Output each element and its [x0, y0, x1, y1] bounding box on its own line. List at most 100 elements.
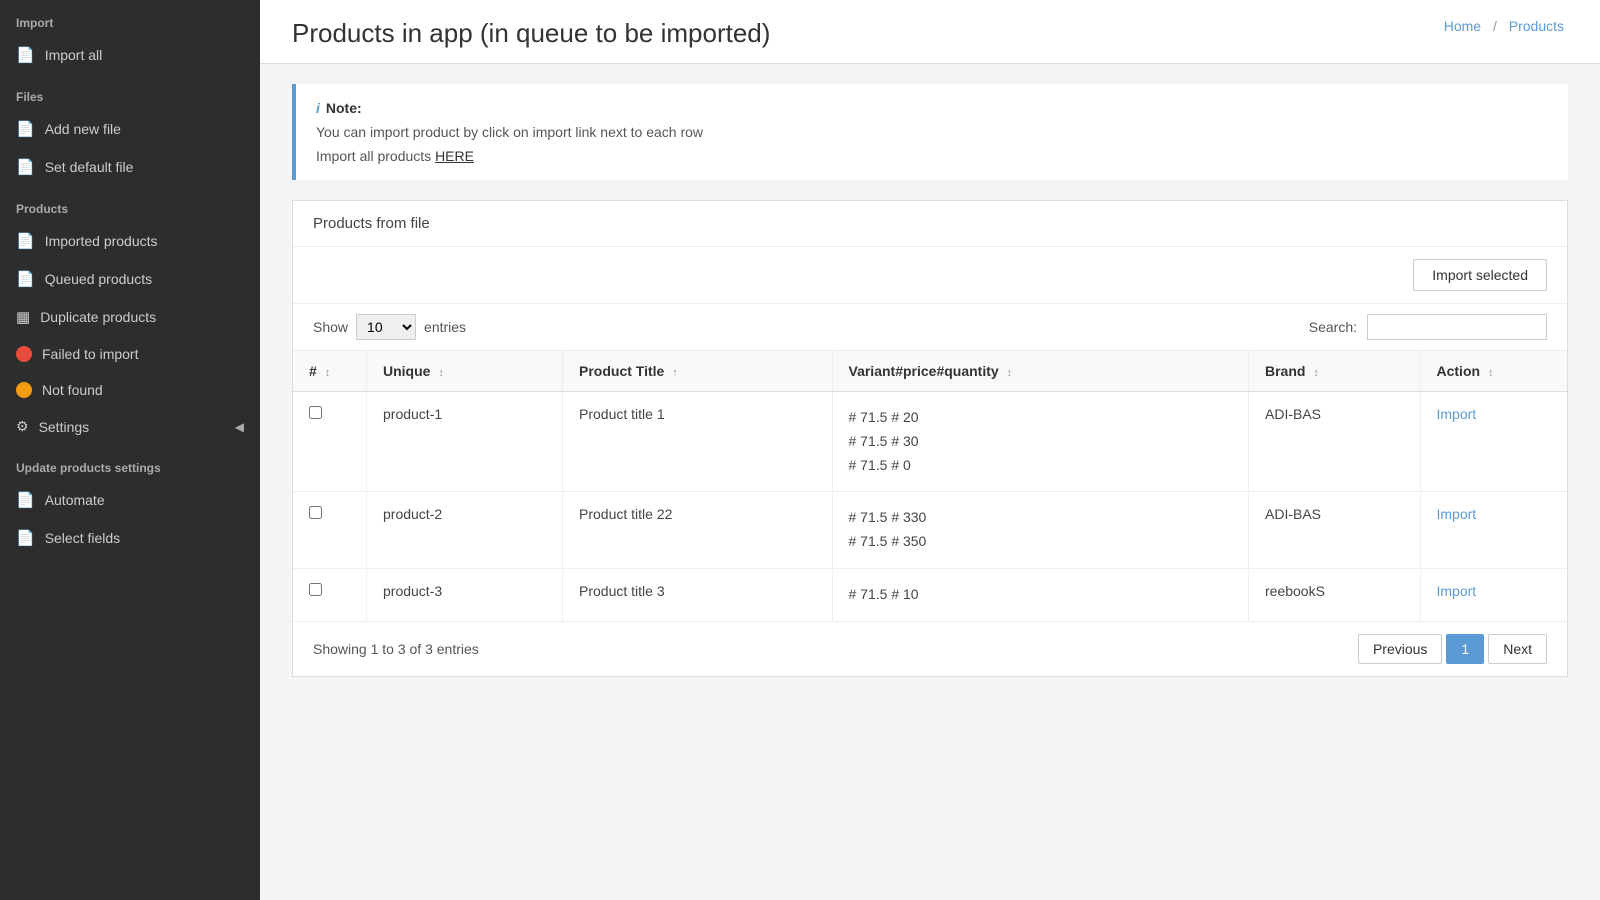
file-icon-duplicate: ▦ — [16, 308, 30, 326]
import-selected-button[interactable]: Import selected — [1413, 259, 1547, 291]
sort-icon-unique: ↕ — [438, 367, 444, 379]
file-icon: 📄 — [16, 46, 35, 64]
cell-brand: ADI-BAS — [1249, 392, 1421, 492]
cell-variant: # 71.5 # 10 — [832, 568, 1249, 620]
entries-label: entries — [424, 319, 466, 335]
row-checkbox[interactable] — [309, 406, 322, 419]
file-icon-imported: 📄 — [16, 232, 35, 250]
sidebar-item-label: Automate — [45, 492, 105, 508]
col-header-unique: Unique ↕ — [367, 351, 563, 392]
breadcrumb: Home / Products — [1440, 18, 1568, 34]
import-link[interactable]: Import — [1437, 583, 1477, 599]
cell-title: Product title 22 — [563, 492, 833, 569]
sidebar-item-label: Duplicate products — [40, 309, 156, 325]
sidebar-section-products: Products — [0, 186, 260, 222]
col-header-title: Product Title ↑ — [563, 351, 833, 392]
note-link-container: Import all products HERE — [316, 148, 1548, 164]
showing-text: Showing 1 to 3 of 3 entries — [313, 641, 479, 657]
sidebar-item-label: Set default file — [45, 159, 134, 175]
cell-unique: product-2 — [367, 492, 563, 569]
search-input[interactable] — [1367, 314, 1547, 340]
sidebar-item-label: Failed to import — [42, 346, 138, 362]
cell-hash — [293, 492, 367, 569]
sidebar-item-label: Select fields — [45, 530, 120, 546]
sidebar-item-failed-to-import[interactable]: Failed to import — [0, 336, 260, 372]
sidebar-item-label: Not found — [42, 382, 103, 398]
next-button[interactable]: Next — [1488, 634, 1547, 664]
note-title-text: Note: — [326, 100, 362, 116]
cell-unique: product-1 — [367, 392, 563, 492]
entries-select[interactable]: 10 25 50 100 — [356, 314, 416, 340]
variant-line: # 71.5 # 330 — [849, 506, 1233, 530]
sort-icon-brand: ↕ — [1313, 367, 1319, 379]
sidebar-section-files: Files — [0, 74, 260, 110]
file-icon-add: 📄 — [16, 120, 35, 138]
sidebar-item-imported-products[interactable]: 📄 Imported products — [0, 222, 260, 260]
note-text: You can import product by click on impor… — [316, 124, 1548, 140]
page-1-button[interactable]: 1 — [1446, 634, 1484, 664]
note-box: i Note: You can import product by click … — [292, 84, 1568, 180]
previous-button[interactable]: Previous — [1358, 634, 1442, 664]
sidebar-item-not-found[interactable]: Not found — [0, 372, 260, 408]
sidebar-item-duplicate-products[interactable]: ▦ Duplicate products — [0, 298, 260, 336]
breadcrumb-home[interactable]: Home — [1444, 18, 1481, 34]
variant-line: # 71.5 # 0 — [849, 454, 1233, 478]
variant-line: # 71.5 # 350 — [849, 530, 1233, 554]
table-controls: Show 10 25 50 100 entries Search: — [293, 304, 1567, 351]
sidebar-item-queued-products[interactable]: 📄 Queued products — [0, 260, 260, 298]
sidebar-section-update: Update products settings — [0, 445, 260, 481]
import-link[interactable]: Import — [1437, 406, 1477, 422]
table-toolbar: Import selected — [293, 247, 1567, 304]
sidebar-item-automate[interactable]: 📄 Automate — [0, 481, 260, 519]
cell-title: Product title 3 — [563, 568, 833, 620]
col-header-hash: # ↕ — [293, 351, 367, 392]
note-title: i Note: — [316, 100, 1548, 116]
sidebar-item-import-all[interactable]: 📄 Import all — [0, 36, 260, 74]
pagination: Previous 1 Next — [1358, 634, 1547, 664]
page-title: Products in app (in queue to be imported… — [292, 18, 770, 49]
cell-brand: reebookS — [1249, 568, 1421, 620]
content-area: i Note: You can import product by click … — [260, 64, 1600, 900]
chevron-left-icon: ◀ — [235, 420, 244, 434]
sidebar-item-label: Add new file — [45, 121, 121, 137]
breadcrumb-current: Products — [1509, 18, 1564, 34]
sidebar-item-set-default-file[interactable]: 📄 Set default file — [0, 148, 260, 186]
sidebar-item-settings[interactable]: ⚙ Settings ◀ — [0, 408, 260, 445]
variant-line: # 71.5 # 20 — [849, 406, 1233, 430]
import-all-link[interactable]: HERE — [435, 148, 474, 164]
row-checkbox[interactable] — [309, 506, 322, 519]
sidebar-item-label: Settings — [39, 419, 90, 435]
cell-variant: # 71.5 # 330# 71.5 # 350 — [832, 492, 1249, 569]
info-icon: i — [316, 100, 320, 116]
table-section: Products from file Import selected Show … — [292, 200, 1568, 677]
cell-action: Import — [1420, 492, 1567, 569]
cell-hash — [293, 392, 367, 492]
cell-hash — [293, 568, 367, 620]
show-label: Show — [313, 319, 348, 335]
table-footer: Showing 1 to 3 of 3 entries Previous 1 N… — [293, 621, 1567, 676]
gear-icon: ⚙ — [16, 418, 29, 435]
import-link[interactable]: Import — [1437, 506, 1477, 522]
table-header-bar: Products from file — [293, 201, 1567, 247]
sort-icon-variant: ↕ — [1007, 367, 1013, 379]
page-header: Products in app (in queue to be imported… — [260, 0, 1600, 64]
file-icon-automate: 📄 — [16, 491, 35, 509]
note-link-prefix: Import all products — [316, 148, 435, 164]
products-table: # ↕ Unique ↕ Product Title ↑ Variant#pri… — [293, 351, 1567, 621]
sidebar: Import 📄 Import all Files 📄 Add new file… — [0, 0, 260, 900]
sidebar-item-select-fields[interactable]: 📄 Select fields — [0, 519, 260, 557]
cell-action: Import — [1420, 568, 1567, 620]
cell-unique: product-3 — [367, 568, 563, 620]
search-label: Search: — [1309, 319, 1357, 335]
breadcrumb-separator: / — [1493, 18, 1497, 34]
sidebar-item-add-new-file[interactable]: 📄 Add new file — [0, 110, 260, 148]
table-body: product-1Product title 1# 71.5 # 20# 71.… — [293, 392, 1567, 621]
sidebar-item-label: Import all — [45, 47, 103, 63]
variant-line: # 71.5 # 10 — [849, 583, 1233, 607]
sort-icon-hash: ↕ — [325, 367, 331, 379]
variant-line: # 71.5 # 30 — [849, 430, 1233, 454]
sidebar-item-label: Queued products — [45, 271, 152, 287]
col-header-action: Action ↕ — [1420, 351, 1567, 392]
table-row: product-3Product title 3 # 71.5 # 10 reebo… — [293, 568, 1567, 620]
row-checkbox[interactable] — [309, 583, 322, 596]
